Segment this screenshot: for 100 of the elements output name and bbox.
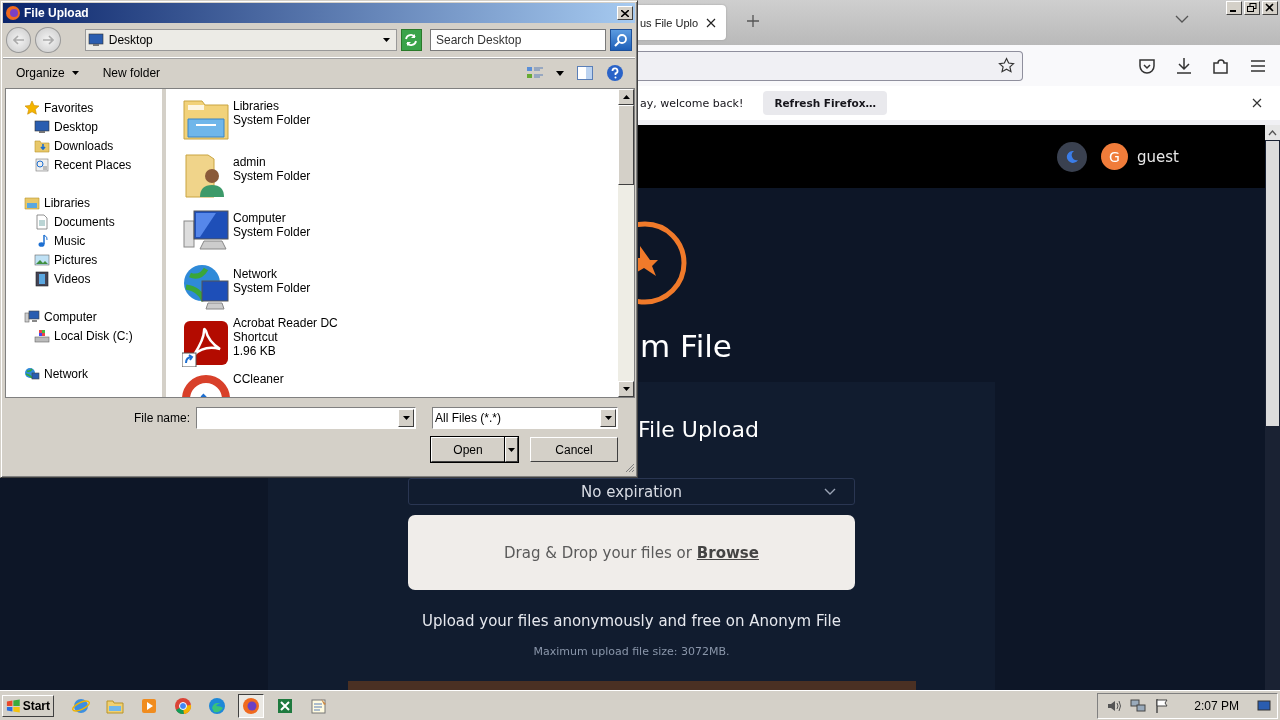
file-item[interactable]: Network System Folder (166, 259, 618, 315)
expiration-dropdown[interactable]: No expiration (408, 478, 855, 505)
help-icon[interactable] (606, 64, 624, 82)
pdf-shortcut-icon (182, 319, 230, 367)
file-name-label: File name: (134, 411, 191, 425)
file-detail: 1.96 KB (233, 344, 277, 358)
file-detail: System Folder (233, 281, 311, 295)
clock: 2:07 PM (1194, 698, 1239, 713)
computer-icon (24, 308, 40, 325)
close-button[interactable] (617, 6, 633, 20)
browser-tab[interactable]: us File Uplo (638, 5, 727, 40)
scrollbar-thumb[interactable] (1266, 141, 1279, 426)
desktop-icon[interactable] (1257, 698, 1271, 713)
file-item[interactable]: CCleaner (166, 371, 618, 397)
file-item[interactable]: admin System Folder (166, 147, 618, 203)
caret-down-icon (604, 416, 612, 420)
search-icon (613, 33, 628, 47)
caret-up-icon (1268, 129, 1277, 136)
download-folder-icon (34, 137, 50, 154)
browser-logo-icon (5, 5, 21, 21)
document-icon (34, 213, 50, 230)
file-name: Acrobat Reader DC (233, 316, 338, 330)
globe-icon (72, 696, 90, 715)
sidebar-item[interactable]: Music (6, 231, 86, 250)
new-folder-button[interactable]: New folder (100, 64, 163, 82)
drop-zone-text: Drag & Drop your files or (504, 543, 692, 562)
file-item[interactable]: Acrobat Reader DC Shortcut 1.96 KB (166, 315, 618, 371)
close-icon (621, 9, 629, 17)
sidebar-item[interactable]: Computer (6, 307, 97, 326)
moon-icon (1065, 149, 1080, 164)
flag-icon[interactable] (1154, 697, 1171, 714)
notification-message: ay, welcome back! (640, 96, 744, 110)
dropdown-button[interactable] (398, 409, 415, 427)
file-detail: System Folder (233, 169, 311, 183)
caret-down-icon[interactable] (556, 70, 564, 76)
close-icon[interactable] (706, 17, 717, 28)
drop-zone[interactable]: Drag & Drop your files or Browse (408, 515, 855, 590)
site-title: m File (640, 327, 732, 366)
file-name: Network (233, 267, 278, 281)
refresh-button[interactable]: Refresh Firefox… (763, 91, 887, 115)
film-icon (34, 270, 50, 287)
preview-pane-icon[interactable] (576, 65, 594, 81)
refresh-icon (403, 33, 420, 47)
forward-arrow-icon (42, 35, 55, 45)
file-type-dropdown[interactable]: All Files (*.*) (432, 407, 619, 429)
scroll-down-button[interactable] (618, 381, 634, 397)
theme-toggle-button[interactable] (1057, 141, 1088, 172)
caret-down-icon (382, 38, 390, 42)
caret-down-icon (402, 416, 410, 420)
sidebar-item[interactable]: Recent Places (6, 155, 132, 174)
scrollbar-thumb[interactable] (618, 105, 634, 185)
search-button[interactable] (609, 29, 632, 51)
sidebar-item[interactable]: Libraries (6, 193, 91, 212)
spreadsheet-icon (276, 696, 294, 715)
caret-down-icon (622, 387, 630, 391)
cancel-button[interactable]: Cancel (530, 437, 618, 462)
network-icon[interactable] (1130, 697, 1147, 714)
file-detail: Shortcut (233, 330, 279, 344)
close-icon[interactable] (1252, 98, 1262, 108)
minimize-icon[interactable] (1226, 1, 1242, 15)
chevron-down-icon[interactable] (1175, 14, 1190, 24)
sidebar-item[interactable]: Desktop (6, 117, 99, 136)
address-field[interactable]: Desktop (84, 29, 397, 51)
file-item[interactable]: Computer System Folder (166, 203, 618, 259)
caret-down-icon (71, 71, 79, 75)
new-tab-icon[interactable] (746, 14, 761, 28)
scroll-up-button[interactable] (618, 89, 634, 105)
sidebar-item[interactable]: Pictures (6, 250, 98, 269)
sidebar-item[interactable]: Documents (6, 212, 115, 231)
user-name[interactable]: guest (1137, 147, 1179, 166)
file-name-field[interactable] (196, 407, 417, 429)
browse-link[interactable]: Browse (696, 543, 759, 562)
file-name: Computer (233, 211, 287, 225)
sidebar-item[interactable]: Network (6, 364, 88, 383)
sidebar-item[interactable]: Downloads (6, 136, 114, 155)
sidebar-item[interactable]: Videos (6, 269, 91, 288)
organize-button[interactable]: Organize (14, 64, 81, 82)
open-button[interactable]: Open (431, 437, 505, 462)
resize-grip-icon[interactable] (625, 463, 635, 473)
file-item[interactable]: Libraries System Folder (166, 91, 618, 147)
tagline: Upload your files anonymously and free on Anonym File (422, 611, 841, 631)
max-size-note: Maximum upload file size: 3072MB. (533, 644, 730, 660)
restore-icon[interactable] (1244, 1, 1260, 15)
sidebar-item[interactable]: Favorites (6, 98, 94, 117)
start-button[interactable]: Start (2, 694, 54, 717)
taskbar-button[interactable] (238, 693, 264, 718)
open-options-button[interactable] (505, 437, 518, 462)
monitor-icon (34, 118, 50, 135)
search-field[interactable]: Search Desktop (430, 29, 606, 51)
caret-up-icon (622, 95, 630, 99)
star-icon[interactable] (998, 57, 1015, 74)
window-title: File Upload (24, 6, 89, 20)
card-title: File Upload (638, 416, 759, 444)
sidebar-item[interactable]: Local Disk (C:) (6, 326, 133, 345)
file-name: admin (233, 155, 267, 169)
file-name: Libraries (233, 99, 281, 113)
recent-places-icon (34, 156, 50, 173)
picture-icon (34, 251, 50, 268)
refresh-button[interactable] (400, 29, 422, 51)
file-name: CCleaner (233, 372, 284, 386)
